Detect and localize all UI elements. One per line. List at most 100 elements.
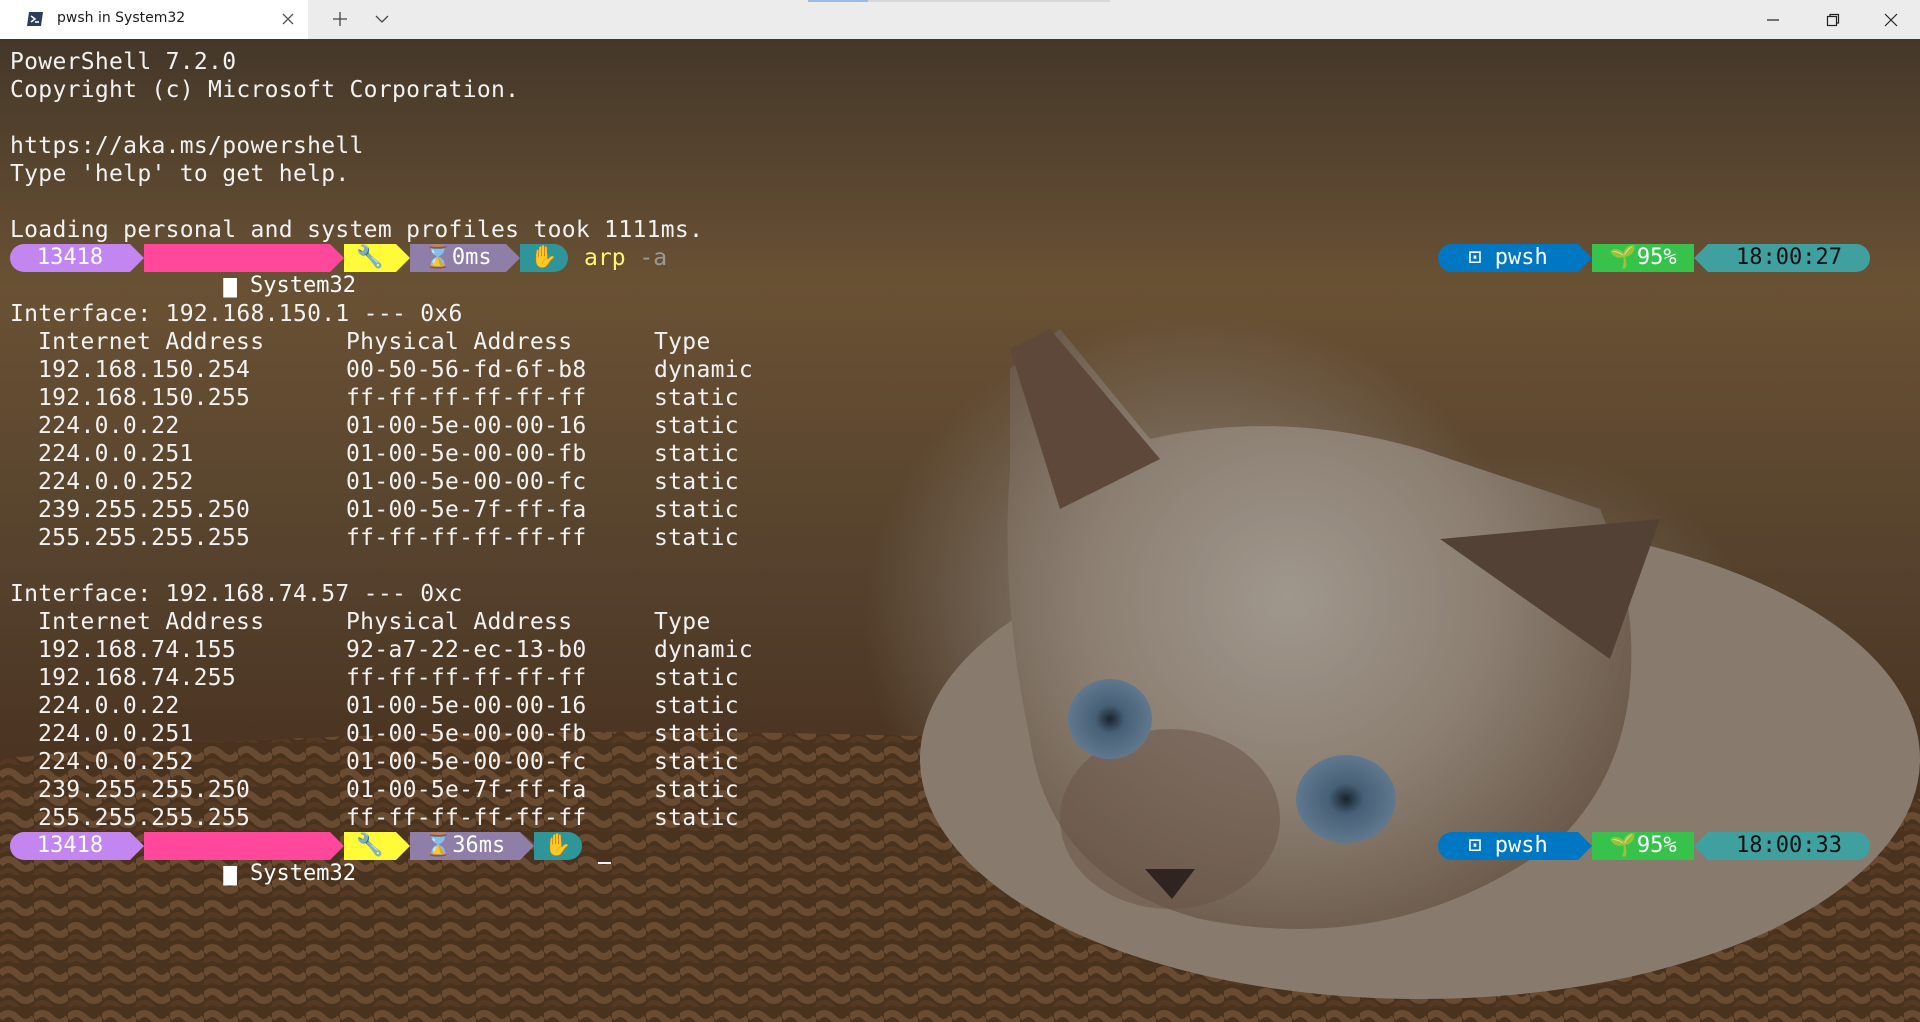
text-cursor[interactable]: [598, 862, 611, 864]
plus-icon[interactable]: [330, 9, 350, 29]
version-text: PowerShell 7.2.0: [10, 49, 237, 75]
hand-icon: ✋: [544, 833, 572, 858]
mac-address: ff-ff-ff-ff-ff-ff: [346, 525, 587, 551]
mac-address: 00-50-56-fd-6f-b8: [346, 357, 587, 383]
segment-separator: [330, 244, 344, 272]
segment-separator: [130, 244, 144, 272]
tab-pwsh[interactable]: pwsh in System32: [0, 0, 308, 39]
maximize-button[interactable]: [1803, 0, 1863, 39]
profiles-text: Loading personal and system profiles too…: [10, 217, 704, 243]
copyright-text: Copyright (c) Microsoft Corporation.: [10, 77, 520, 103]
ip-address: 239.255.255.250: [38, 497, 251, 523]
interface-title: Interface: 192.168.150.1 --- 0x6: [10, 301, 463, 327]
folder-icon: ▆: [223, 861, 250, 886]
ip-address: 192.168.150.255: [38, 385, 251, 411]
terminal-icon: ⊡: [1468, 245, 1495, 270]
shell-name: pwsh: [1494, 245, 1548, 270]
entry-type: static: [654, 749, 739, 775]
column-header: Physical Address: [346, 329, 573, 355]
pid-segment: 13418: [10, 244, 130, 272]
tab-title: pwsh in System32: [57, 10, 186, 26]
command-text[interactable]: arp -a: [584, 244, 667, 272]
title-bar: pwsh in System32: [0, 0, 1920, 39]
entry-type: static: [654, 721, 739, 747]
close-tab-icon[interactable]: [278, 9, 298, 29]
path-segment: ▆ System32: [144, 832, 356, 886]
mac-address: 01-00-5e-00-00-fb: [346, 721, 587, 747]
terminal-icon: ⊡: [1468, 833, 1495, 858]
status-segment: ✋: [534, 832, 582, 860]
drag-region-accent: [808, 0, 868, 2]
entry-type: static: [654, 413, 739, 439]
ip-address: 224.0.0.251: [38, 441, 194, 467]
ip-address: 224.0.0.22: [38, 693, 180, 719]
mac-address: 01-00-5e-00-00-16: [346, 693, 587, 719]
battery-segment: 🌱95%: [1592, 244, 1694, 272]
minimize-button[interactable]: [1743, 0, 1803, 39]
ip-address: 192.168.150.254: [38, 357, 251, 383]
wrench-icon: 🔧: [356, 833, 384, 858]
entry-type: static: [654, 805, 739, 831]
status-segment: ✋: [520, 244, 568, 272]
clock-segment: 18:00:27: [1708, 244, 1870, 272]
battery-segment: 🌱95%: [1592, 832, 1694, 860]
segment-separator: [520, 832, 534, 860]
column-header: Internet Address: [38, 609, 265, 635]
help-text: Type 'help' to get help.: [10, 161, 350, 187]
entry-type: static: [654, 469, 739, 495]
mac-address: 01-00-5e-00-00-fc: [346, 469, 587, 495]
shell-segment: ⊡ pwsh: [1438, 244, 1578, 272]
segment-separator: [1578, 244, 1592, 272]
segment-separator: [396, 832, 410, 860]
mac-address: 92-a7-22-ec-13-b0: [346, 637, 587, 663]
duration-value: 0ms: [451, 245, 492, 270]
git-segment: 🔧: [344, 832, 396, 860]
pid-segment: 13418: [10, 832, 130, 860]
sprout-icon: 🌱: [1609, 245, 1637, 270]
folder-icon: ▆: [223, 273, 250, 298]
shell-segment: ⊡ pwsh: [1438, 832, 1578, 860]
mac-address: ff-ff-ff-ff-ff-ff: [346, 805, 587, 831]
hourglass-icon: ⌛: [424, 833, 453, 858]
segment-separator: [1578, 832, 1592, 860]
folder-name: System32: [249, 861, 356, 886]
command-name: arp: [584, 245, 626, 271]
sprout-icon: 🌱: [1609, 833, 1637, 858]
close-button[interactable]: [1861, 0, 1920, 39]
segment-separator: [1694, 244, 1708, 272]
segment-separator: [330, 832, 344, 860]
ip-address: 239.255.255.250: [38, 777, 251, 803]
ip-address: 224.0.0.252: [38, 749, 194, 775]
battery-value: 95%: [1636, 833, 1677, 858]
maximize-icon: [1826, 13, 1840, 27]
ip-address: 224.0.0.22: [38, 413, 180, 439]
ip-address: 255.255.255.255: [38, 525, 251, 551]
clock-segment: 18:00:33: [1708, 832, 1870, 860]
segment-separator: [1694, 832, 1708, 860]
minimize-icon: [1767, 19, 1779, 21]
ip-address: 255.255.255.255: [38, 805, 251, 831]
mac-address: 01-00-5e-00-00-16: [346, 413, 587, 439]
path-segment: ▆ System32: [144, 244, 356, 298]
interface-title: Interface: 192.168.74.57 --- 0xc: [10, 581, 463, 607]
segment-separator: [506, 244, 520, 272]
mac-address: 01-00-5e-00-00-fc: [346, 749, 587, 775]
url-text: https://aka.ms/powershell: [10, 133, 364, 159]
close-icon: [1884, 13, 1898, 27]
wrench-icon: 🔧: [356, 245, 384, 270]
folder-name: System32: [249, 273, 356, 298]
command-args: -a: [639, 245, 668, 271]
entry-type: static: [654, 693, 739, 719]
column-header: Internet Address: [38, 329, 265, 355]
ip-address: 192.168.74.155: [38, 637, 237, 663]
ip-address: 192.168.74.255: [38, 665, 237, 691]
duration-value: 36ms: [452, 833, 506, 858]
entry-type: static: [654, 497, 739, 523]
hand-icon: ✋: [530, 245, 558, 270]
chevron-down-icon[interactable]: [372, 9, 392, 29]
ip-address: 224.0.0.251: [38, 721, 194, 747]
hourglass-icon: ⌛: [424, 245, 452, 270]
terminal-pane[interactable]: PowerShell 7.2.0 Copyright (c) Microsoft…: [0, 39, 1920, 1022]
segment-separator: [396, 244, 410, 272]
mac-address: 01-00-5e-00-00-fb: [346, 441, 587, 467]
